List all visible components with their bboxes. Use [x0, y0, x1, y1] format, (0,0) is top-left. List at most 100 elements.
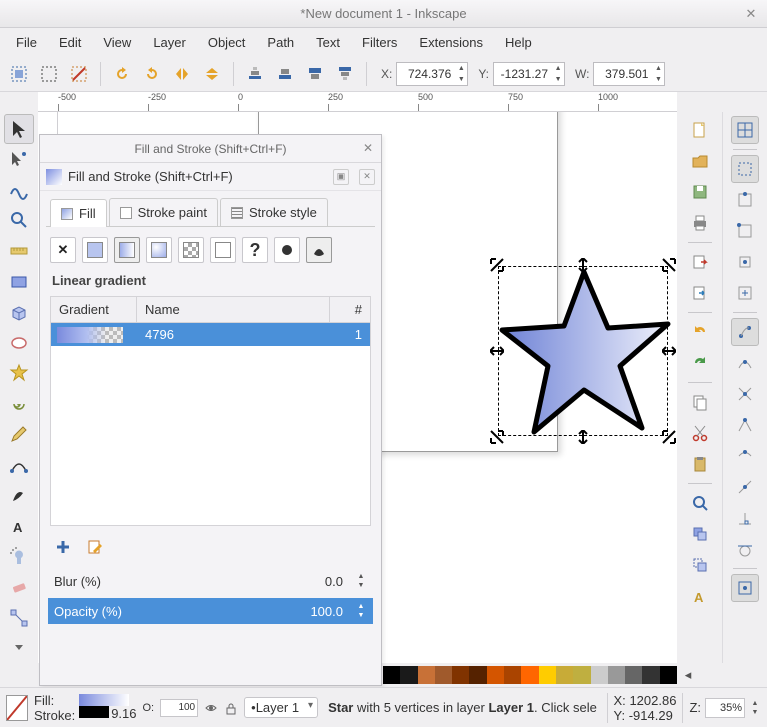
chevron-down-icon[interactable]: ▼ [355, 611, 367, 620]
select-all-icon[interactable] [36, 61, 62, 87]
paint-mesh-icon[interactable] [274, 237, 300, 263]
text-tool[interactable]: A [4, 511, 34, 541]
snap-cusp-icon[interactable] [731, 411, 759, 439]
scale-handle-n[interactable] [576, 258, 590, 272]
snap-others-icon[interactable] [731, 574, 759, 602]
scale-handle-s[interactable] [576, 430, 590, 444]
snap-bbox-midpoint-icon[interactable] [731, 248, 759, 276]
chevron-up-icon[interactable]: ▲ [749, 699, 761, 708]
col-count[interactable]: # [330, 297, 370, 322]
paint-linear-gradient-icon[interactable] [114, 237, 140, 263]
menu-path[interactable]: Path [257, 31, 304, 54]
flip-horizontal-icon[interactable] [169, 61, 195, 87]
tab-stroke-style[interactable]: Stroke style [220, 198, 328, 226]
chevron-up-icon[interactable]: ▲ [652, 63, 664, 74]
snap-perpendicular-icon[interactable] [731, 504, 759, 532]
tweak-tool[interactable] [4, 175, 34, 205]
coord-w-input[interactable]: ▲▼ [593, 62, 665, 86]
pencil-tool[interactable] [4, 420, 34, 450]
paint-unknown-icon[interactable]: ? [242, 237, 268, 263]
zoom-tool[interactable] [4, 206, 34, 236]
scale-handle-se[interactable] [662, 430, 676, 444]
gradient-list[interactable]: Gradient Name # 4796 1 [50, 296, 371, 526]
chevron-down-icon[interactable]: ▼ [749, 708, 761, 717]
lower-icon[interactable] [272, 61, 298, 87]
paint-radial-gradient-icon[interactable] [146, 237, 172, 263]
menu-help[interactable]: Help [495, 31, 542, 54]
col-gradient[interactable]: Gradient [51, 297, 137, 322]
copy-icon[interactable] [686, 388, 714, 416]
text-letter-icon[interactable]: A [686, 582, 714, 610]
snap-smooth-icon[interactable] [731, 442, 759, 470]
add-gradient-icon[interactable] [52, 536, 74, 558]
col-name[interactable]: Name [137, 297, 330, 322]
chevron-down-icon[interactable]: ▼ [652, 74, 664, 85]
menu-filters[interactable]: Filters [352, 31, 407, 54]
opacity-control[interactable]: Opacity (%) 100.0 ▲▼ [48, 598, 373, 624]
rectangle-tool[interactable] [4, 267, 34, 297]
paint-swatch-icon2[interactable] [210, 237, 236, 263]
zoom-input[interactable] [705, 698, 745, 718]
print-icon[interactable] [686, 209, 714, 237]
blur-control[interactable]: Blur (%) 0.0 ▲▼ [48, 568, 373, 594]
scale-handle-w[interactable] [490, 344, 504, 358]
chevron-up-icon[interactable]: ▲ [455, 63, 467, 74]
scale-handle-nw[interactable] [490, 258, 504, 272]
scale-handle-e[interactable] [662, 344, 676, 358]
snap-bbox-corner-icon[interactable] [731, 217, 759, 245]
clone-icon[interactable] [686, 551, 714, 579]
open-document-icon[interactable] [686, 147, 714, 175]
duplicate-icon[interactable] [686, 520, 714, 548]
save-icon[interactable] [686, 178, 714, 206]
edit-gradient-icon[interactable] [84, 536, 106, 558]
paint-flat-icon[interactable] [82, 237, 108, 263]
snap-bbox-icon[interactable] [731, 155, 759, 183]
rotate-ccw-icon[interactable] [109, 61, 135, 87]
gradient-row[interactable]: 4796 1 [51, 323, 370, 346]
color-palette[interactable] [383, 666, 677, 684]
palette-menu-icon[interactable]: ◂ [679, 666, 697, 684]
menu-edit[interactable]: Edit [49, 31, 91, 54]
stroke-swatch[interactable] [79, 706, 109, 718]
coord-y-input[interactable]: ▲▼ [493, 62, 565, 86]
menu-extensions[interactable]: Extensions [409, 31, 493, 54]
dialog-iconify-icon[interactable]: ▣ [333, 169, 349, 185]
chevron-down-icon[interactable]: ▼ [355, 581, 367, 590]
chevron-up-icon[interactable]: ▲ [355, 602, 367, 611]
snap-bbox-center-icon[interactable] [731, 279, 759, 307]
dialog-close-icon[interactable]: ✕ [363, 141, 373, 155]
export-icon[interactable] [686, 279, 714, 307]
raise-icon[interactable] [302, 61, 328, 87]
raise-to-top-icon[interactable] [332, 61, 358, 87]
snap-enable-icon[interactable] [731, 116, 759, 144]
snap-node-icon[interactable] [731, 318, 759, 346]
cut-icon[interactable] [686, 419, 714, 447]
bezier-tool[interactable] [4, 450, 34, 480]
chevron-down-icon[interactable]: ▼ [552, 74, 564, 85]
star-tool[interactable] [4, 358, 34, 388]
undo-icon[interactable] [686, 318, 714, 346]
lower-to-bottom-icon[interactable] [242, 61, 268, 87]
box3d-tool[interactable] [4, 297, 34, 327]
zoom-fit-icon[interactable] [686, 489, 714, 517]
scale-handle-sw[interactable] [490, 430, 504, 444]
dialog-detach-close-icon[interactable]: ✕ [359, 169, 375, 185]
dialog-titlebar[interactable]: Fill and Stroke (Shift+Ctrl+F) ✕ [40, 135, 381, 163]
spray-tool[interactable] [4, 542, 34, 572]
chevron-down-icon[interactable]: ▼ [455, 74, 467, 85]
paste-icon[interactable] [686, 450, 714, 478]
chevron-down-icon[interactable] [4, 633, 34, 663]
new-document-icon[interactable] [686, 116, 714, 144]
tab-fill[interactable]: Fill [50, 199, 107, 227]
opacity-input[interactable] [160, 699, 198, 717]
calligraphy-tool[interactable] [4, 481, 34, 511]
menu-file[interactable]: File [6, 31, 47, 54]
layer-visibility-icon[interactable] [204, 701, 218, 715]
snap-intersection-icon[interactable] [731, 380, 759, 408]
coord-x-input[interactable]: ▲▼ [396, 62, 468, 86]
chevron-up-icon[interactable]: ▲ [355, 572, 367, 581]
fill-swatch[interactable] [79, 694, 129, 706]
node-tool[interactable] [4, 145, 34, 175]
snap-line-midpoint-icon[interactable] [731, 473, 759, 501]
eraser-tool[interactable] [4, 572, 34, 602]
